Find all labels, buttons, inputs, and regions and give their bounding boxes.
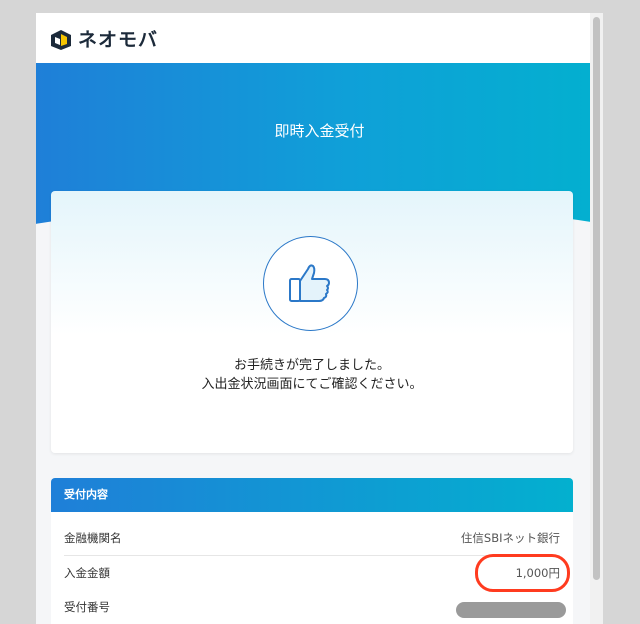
thumbs-up-badge [263, 236, 358, 331]
amount-highlight-circle [475, 554, 570, 592]
table-row: 受付番号 [64, 590, 566, 624]
receipt-details: 受付内容 金融機関名 住信SBIネット銀行 入金金額 1,000円 受付番号 [51, 478, 573, 624]
neomoba-logo-icon[interactable] [50, 29, 72, 51]
page-title: 即時入金受付 [274, 122, 365, 140]
completion-card: お手続きが完了しました。 入出金状況画面にてご確認ください。 [51, 191, 573, 453]
completion-message-line1: お手続きが完了しました。 [233, 358, 390, 373]
table-row: 入金金額 1,000円 [64, 554, 570, 592]
app-window: ネオモバ 即時入金受付 お手続きが完了しました。 入出金状況画面にてご確認くださ… [36, 13, 603, 624]
row-label: 受付番号 [64, 600, 110, 614]
completion-message-line2: 入出金状況画面にてご確認ください。 [201, 377, 423, 392]
scrollbar-thumb[interactable] [593, 17, 600, 580]
redacted-receipt-number [456, 602, 566, 618]
vertical-scrollbar[interactable] [590, 13, 603, 624]
row-label: 金融機関名 [64, 531, 122, 545]
thumbs-up-icon [289, 264, 330, 302]
bank-name-value: 住信SBIネット銀行 [460, 531, 560, 545]
brand-name[interactable]: ネオモバ [78, 29, 158, 51]
top-bar: ネオモバ [36, 13, 603, 63]
receipt-heading: 受付内容 [51, 478, 573, 512]
table-row: 金融機関名 住信SBIネット銀行 [64, 521, 560, 556]
row-label: 入金金額 [64, 566, 110, 580]
